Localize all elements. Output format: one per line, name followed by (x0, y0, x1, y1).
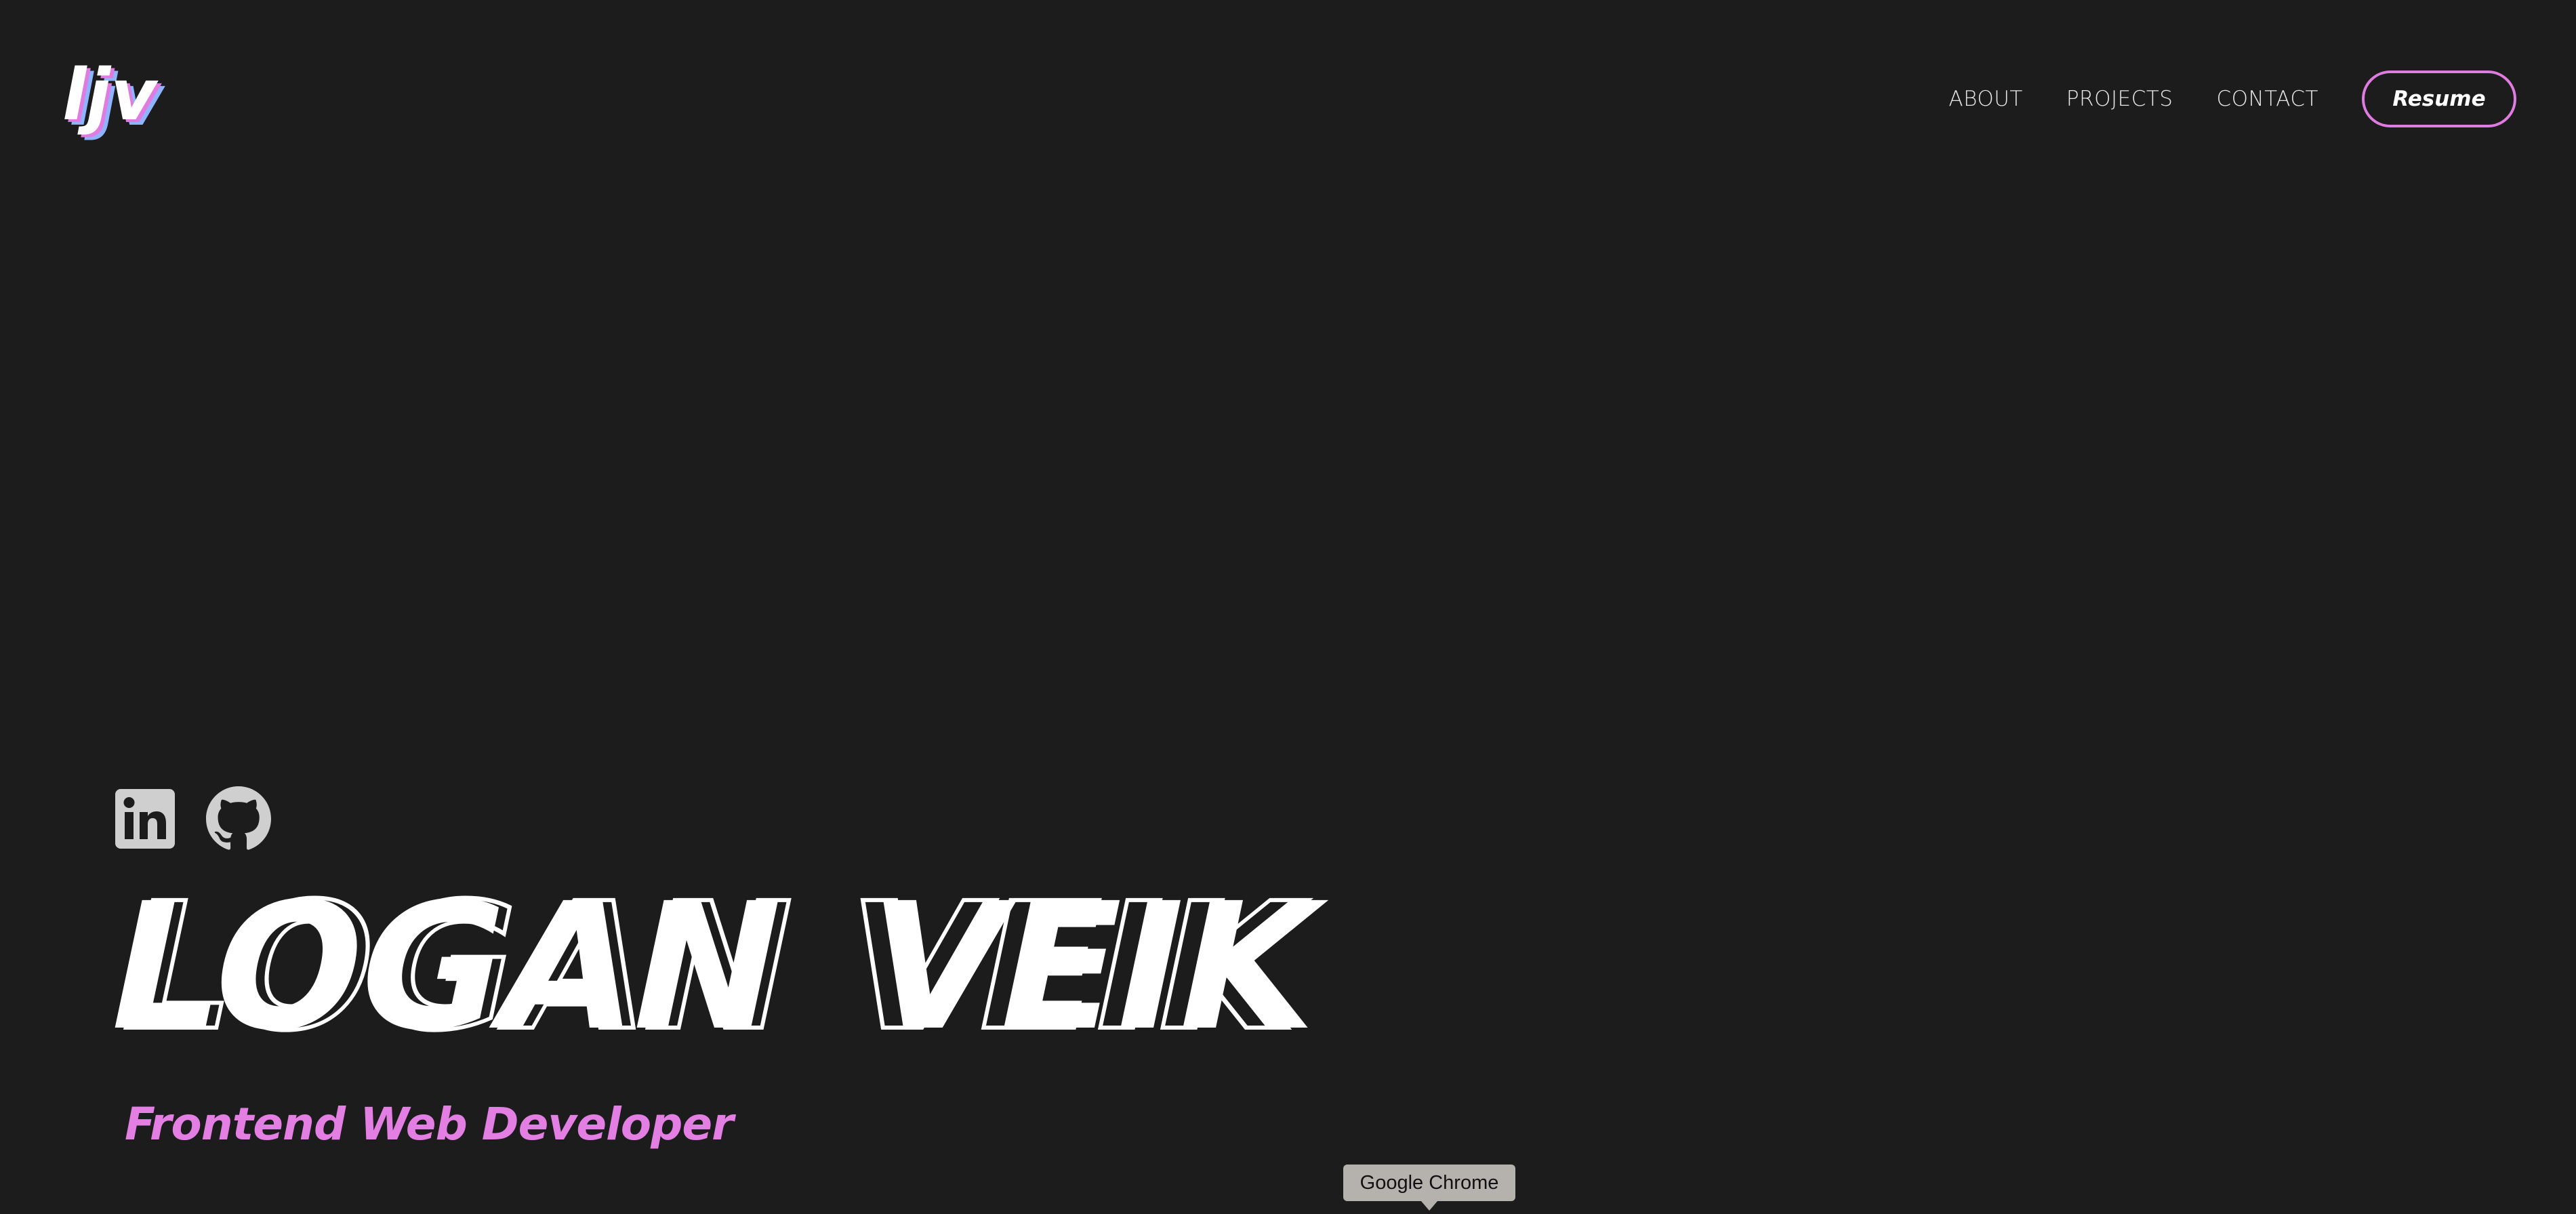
tooltip-arrow (1421, 1201, 1437, 1211)
github-icon (206, 786, 271, 850)
main-nav: ABOUT PROJECTS CONTACT Resume (1948, 70, 2516, 127)
hero-name-graphic: LOGAN VEIK LOGAN VEIK (90, 864, 1343, 1072)
nav-link-projects[interactable]: PROJECTS (2066, 87, 2173, 111)
dock-tooltip: Google Chrome (1343, 1165, 1515, 1201)
social-links (115, 786, 271, 851)
hero-first-name: LOGAN (90, 866, 799, 1070)
logo-text: ljv (62, 62, 159, 136)
linkedin-link[interactable] (115, 789, 175, 849)
nav-link-about[interactable]: ABOUT (1948, 87, 2023, 111)
github-link[interactable] (206, 786, 271, 851)
nav-link-contact[interactable]: CONTACT (2216, 87, 2318, 111)
logo[interactable]: ljv ljv ljv (62, 62, 171, 144)
linkedin-icon (115, 789, 175, 849)
hero-subtitle: Frontend Web Developer (125, 1098, 734, 1150)
hero-name: LOGAN VEIK LOGAN VEIK (90, 864, 1389, 1072)
resume-button[interactable]: Resume (2362, 70, 2516, 127)
logo-mark: ljv ljv ljv (62, 62, 165, 142)
hero-last-name: VEIK (846, 866, 1343, 1070)
